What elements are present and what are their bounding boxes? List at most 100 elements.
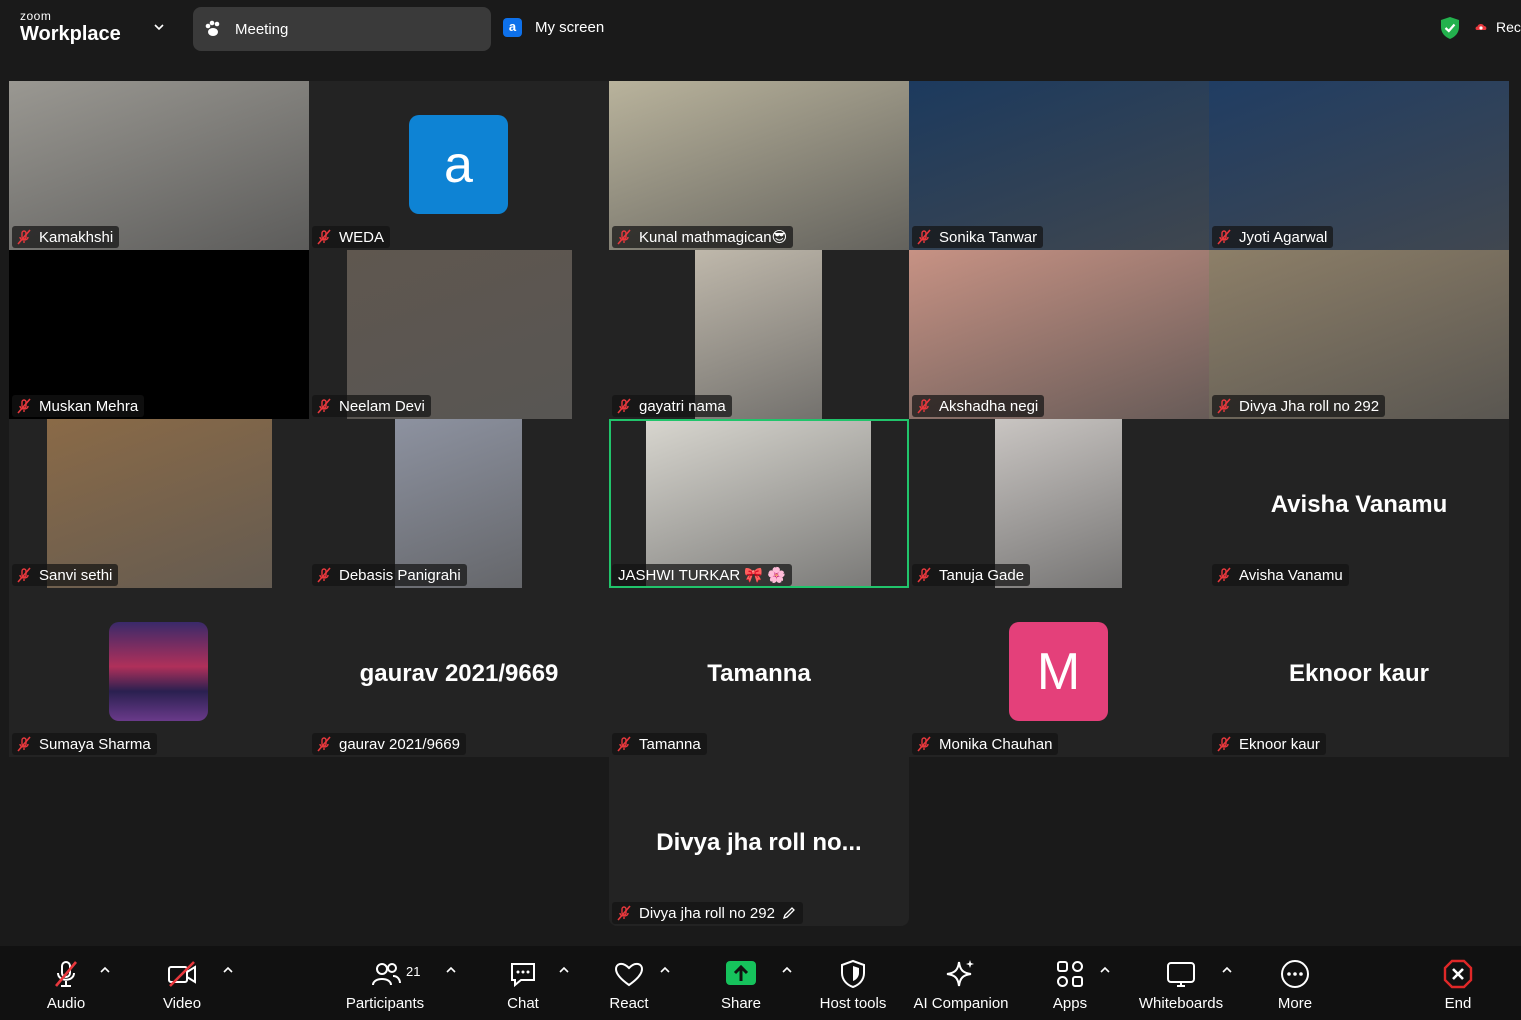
host-tools-label: Host tools [819, 995, 887, 1012]
participant-tile[interactable]: Muskan Mehra [9, 250, 309, 419]
video-feed [9, 81, 309, 250]
chevron-up-icon[interactable] [222, 964, 234, 976]
whiteboards-button[interactable]: Whiteboards [1135, 946, 1240, 1020]
more-icon [1281, 960, 1309, 988]
participant-display-name: Tamanna [707, 660, 811, 687]
participant-name-tag: Monika Chauhan [912, 733, 1059, 755]
participant-tile[interactable]: Neelam Devi [309, 250, 609, 419]
host-tools-button[interactable]: Host tools [812, 946, 894, 1020]
meeting-toolbar: Audio Video 21 Participants Chat React S… [0, 946, 1521, 1020]
participant-name-tag: Tanuja Gade [912, 564, 1031, 586]
paw-icon [205, 20, 220, 36]
participant-tile[interactable]: M Monika Chauhan [909, 588, 1209, 757]
chevron-up-icon[interactable] [1221, 964, 1233, 976]
zoom-workplace-logo[interactable]: zoom Workplace [20, 10, 121, 44]
participant-tile[interactable]: Kunal mathmagican😎 [609, 81, 909, 250]
participant-name: Sanvi sethi [39, 566, 113, 584]
participant-tile[interactable]: gayatri nama [609, 250, 909, 419]
gallery-view: Kamakhshi a WEDA Kunal mathmagican😎 Sonika T… [9, 81, 1509, 926]
participant-name: Debasis Panigrahi [339, 566, 461, 584]
participants-icon [372, 963, 401, 986]
chevron-down-icon[interactable] [152, 20, 166, 34]
apps-label: Apps [1052, 995, 1088, 1012]
chevron-up-icon[interactable] [659, 964, 671, 976]
mic-muted-icon [317, 398, 331, 414]
chevron-up-icon[interactable] [781, 964, 793, 976]
sparkle-icon [946, 960, 974, 987]
participant-name: Sonika Tanwar [939, 228, 1038, 246]
participants-button[interactable]: 21 Participants [330, 946, 470, 1020]
participant-avatar [109, 622, 208, 721]
apps-button[interactable]: Apps [1035, 946, 1125, 1020]
end-button[interactable]: End [1420, 946, 1496, 1020]
brand-small: zoom [20, 9, 52, 23]
recording-indicator[interactable]: Rec [1474, 19, 1521, 35]
participant-name-tag: Muskan Mehra [12, 395, 145, 417]
participant-name: WEDA [339, 228, 384, 246]
participant-tile[interactable]: Tanuja Gade [909, 419, 1209, 588]
participant-tile[interactable]: Jyoti Agarwal [1209, 81, 1509, 250]
participant-display-name: Avisha Vanamu [1270, 491, 1448, 518]
participant-name: Divya jha roll no 292 [639, 904, 775, 922]
chevron-up-icon[interactable] [1099, 964, 1111, 976]
host-shield-icon [841, 959, 865, 989]
participant-tile[interactable]: Kamakhshi [9, 81, 309, 250]
participant-name: Jyoti Agarwal [1239, 228, 1328, 246]
share-label: Share [720, 995, 762, 1012]
mic-muted-icon [617, 736, 631, 752]
participant-avatar: M [1009, 622, 1108, 721]
participant-name: Monika Chauhan [939, 735, 1053, 753]
participant-name: Tanuja Gade [939, 566, 1025, 584]
participant-tile[interactable]: Debasis Panigrahi [309, 419, 609, 588]
participant-tile[interactable]: Sanvi sethi [9, 419, 309, 588]
participant-display-name: Eknoor kaur [1288, 660, 1430, 687]
mic-muted-icon [1217, 567, 1231, 583]
audio-button[interactable]: Audio [0, 946, 120, 1020]
participant-tile[interactable]: Divya Jha roll no 292 [1209, 250, 1509, 419]
participant-tile[interactable]: Divya jha roll no... Divya jha roll no 29… [609, 757, 909, 926]
participant-name: Muskan Mehra [39, 397, 139, 415]
mic-muted-icon [17, 736, 31, 752]
participant-name: Eknoor kaur [1239, 735, 1320, 753]
participant-name-tag: Jyoti Agarwal [1212, 226, 1334, 248]
participant-avatar: a [409, 115, 508, 214]
participant-name-tag: Avisha Vanamu [1212, 564, 1349, 586]
react-button[interactable]: React [595, 946, 685, 1020]
video-feed [1209, 250, 1509, 419]
participant-tile[interactable]: a WEDA [309, 81, 609, 250]
participant-tile[interactable]: Sumaya Sharma [9, 588, 309, 757]
participant-tile[interactable]: Avisha Vanamu Avisha Vanamu [1209, 419, 1509, 588]
participant-name-tag: Kunal mathmagican😎 [612, 226, 794, 248]
tab-my-screen[interactable]: a My screen [503, 18, 604, 37]
participant-tile[interactable]: gaurav 2021/9669 gaurav 2021/9669 [309, 588, 609, 757]
security-shield-icon[interactable] [1439, 16, 1461, 40]
video-button[interactable]: Video [140, 946, 240, 1020]
tab-meeting[interactable]: Meeting [193, 7, 491, 51]
participant-tile[interactable]: Sonika Tanwar [909, 81, 1209, 250]
participant-name: Kunal mathmagican😎 [639, 229, 788, 246]
participant-name-tag: Sumaya Sharma [12, 733, 157, 755]
participant-name: Tamanna [639, 735, 701, 753]
participant-tile[interactable]: Akshadha negi [909, 250, 1209, 419]
participant-name: Divya Jha roll no 292 [1239, 397, 1380, 415]
chat-button[interactable]: Chat [490, 946, 580, 1020]
mic-muted-icon [1217, 398, 1231, 414]
ai-companion-button[interactable]: AI Companion [905, 946, 1017, 1020]
chevron-up-icon[interactable] [558, 964, 570, 976]
react-label: React [609, 995, 649, 1012]
participant-name-tag: Debasis Panigrahi [312, 564, 467, 586]
end-label: End [1444, 995, 1472, 1012]
chevron-up-icon[interactable] [99, 964, 111, 976]
mic-muted-icon [17, 567, 31, 583]
mic-muted-icon [1217, 229, 1231, 245]
mic-muted-icon [917, 398, 931, 414]
mic-muted-icon [617, 229, 631, 245]
end-icon [1443, 959, 1473, 989]
share-button[interactable]: Share [705, 946, 800, 1020]
participant-tile[interactable]: Eknoor kaur Eknoor kaur [1209, 588, 1509, 757]
more-button[interactable]: More [1255, 946, 1335, 1020]
participant-tile[interactable]: Tamanna Tamanna [609, 588, 909, 757]
video-feed [909, 250, 1209, 419]
mic-muted-icon [17, 398, 31, 414]
chevron-up-icon[interactable] [445, 964, 457, 976]
